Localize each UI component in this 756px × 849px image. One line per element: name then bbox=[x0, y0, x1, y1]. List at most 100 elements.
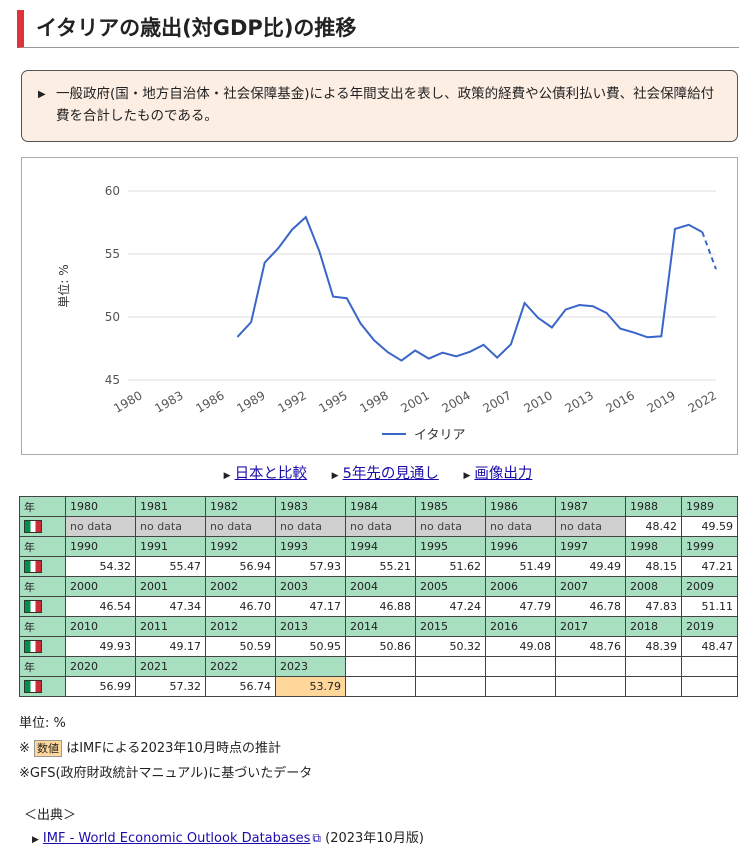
year-cell: 2001 bbox=[135, 576, 206, 597]
series-line-italy bbox=[236, 215, 703, 362]
estimate-badge: 数値 bbox=[34, 740, 63, 757]
x-tick-label: 1998 bbox=[357, 388, 390, 415]
year-header-row: 年 2000 2001 2002 2003 2004 2005 2006 2007 2008 200… bbox=[19, 576, 738, 597]
page-title: イタリアの歳出(対GDP比)の推移 bbox=[17, 10, 739, 48]
value-cell: 47.34 bbox=[135, 596, 206, 617]
year-cell: 2020 bbox=[65, 656, 136, 677]
value-cell: 51.49 bbox=[485, 556, 556, 577]
series-line-italy-estimate bbox=[701, 231, 717, 270]
value-cell: 51.62 bbox=[415, 556, 486, 577]
value-cell: 47.21 bbox=[681, 556, 738, 577]
value-cell: 47.79 bbox=[485, 596, 556, 617]
description-text: 一般政府(国・地方自治体・社会保障基金)による年間支出を表し、政策的経費や公債利… bbox=[56, 86, 715, 124]
value-cell: 56.74 bbox=[205, 676, 276, 697]
empty-cell bbox=[345, 676, 416, 697]
empty-cell bbox=[415, 656, 486, 677]
year-cell: 1982 bbox=[205, 496, 276, 517]
chart-container: 45 50 55 60 1980 1983 1986 1989 1992 1995 1998 2001… bbox=[21, 157, 738, 455]
italy-flag-icon bbox=[24, 680, 42, 694]
source-link[interactable]: IMF - World Economic Outlook Databases bbox=[43, 831, 310, 846]
value-row: 49.93 49.17 50.59 50.95 50.86 50.32 49.08 48.76… bbox=[19, 636, 738, 657]
value-cell: 55.21 bbox=[345, 556, 416, 577]
no-data-cell: no data bbox=[485, 516, 556, 537]
empty-cell bbox=[415, 676, 486, 697]
value-cell: 47.24 bbox=[415, 596, 486, 617]
y-tick-label: 60 bbox=[105, 184, 120, 198]
year-cell: 2019 bbox=[681, 616, 738, 637]
legend-label: イタリア bbox=[414, 428, 465, 443]
value-row: 54.32 55.47 56.94 57.93 55.21 51.62 51.49 49.49… bbox=[19, 556, 738, 577]
bullet-icon: ▶ bbox=[38, 89, 46, 100]
value-row: 56.99 57.32 56.74 53.79 bbox=[19, 676, 738, 697]
year-cell: 1985 bbox=[415, 496, 486, 517]
empty-cell bbox=[625, 656, 682, 677]
value-cell: 56.99 bbox=[65, 676, 136, 697]
empty-cell bbox=[485, 676, 556, 697]
empty-cell bbox=[681, 656, 738, 677]
x-tick-label: 2004 bbox=[439, 388, 472, 415]
year-cell: 2003 bbox=[275, 576, 346, 597]
year-cell: 2015 bbox=[415, 616, 486, 637]
x-tick-label: 2016 bbox=[604, 388, 637, 415]
value-cell: 46.88 bbox=[345, 596, 416, 617]
value-row: 46.54 47.34 46.70 47.17 46.88 47.24 47.79 46.78… bbox=[19, 596, 738, 617]
source-heading: ＜出典＞ bbox=[24, 808, 77, 823]
x-tick-label: 1995 bbox=[316, 388, 349, 415]
empty-cell bbox=[485, 656, 556, 677]
year-cell: 2014 bbox=[345, 616, 416, 637]
year-cell: 1996 bbox=[485, 536, 556, 557]
year-header-row: 年 2020 2021 2022 2023 bbox=[19, 656, 738, 677]
year-header-cell: 年 bbox=[19, 496, 66, 517]
year-cell: 2021 bbox=[135, 656, 206, 677]
year-cell: 1980 bbox=[65, 496, 136, 517]
year-cell: 1995 bbox=[415, 536, 486, 557]
value-cell: 46.70 bbox=[205, 596, 276, 617]
country-flag-cell bbox=[19, 556, 66, 577]
line-chart: 45 50 55 60 1980 1983 1986 1989 1992 1995 1998 2001… bbox=[56, 184, 719, 443]
value-cell: 48.39 bbox=[625, 636, 682, 657]
compare-japan-link[interactable]: 日本と比較 bbox=[235, 466, 308, 482]
arrow-icon: ▶ bbox=[463, 471, 471, 481]
year-cell: 1988 bbox=[625, 496, 682, 517]
value-cell: 57.32 bbox=[135, 676, 206, 697]
empty-cell bbox=[625, 676, 682, 697]
empty-cell bbox=[681, 676, 738, 697]
year-cell: 2000 bbox=[65, 576, 136, 597]
value-cell: 48.42 bbox=[625, 516, 682, 537]
value-cell: 56.94 bbox=[205, 556, 276, 577]
year-cell: 2018 bbox=[625, 616, 682, 637]
value-cell: 50.95 bbox=[275, 636, 346, 657]
value-row: no data no data no data no data no data no da… bbox=[19, 516, 738, 537]
year-cell: 2010 bbox=[65, 616, 136, 637]
empty-cell bbox=[345, 656, 416, 677]
year-cell: 1984 bbox=[345, 496, 416, 517]
year-header-row: 年 1990 1991 1992 1993 1994 1995 1996 1997 1998 199… bbox=[19, 536, 738, 557]
year-header-cell: 年 bbox=[19, 656, 66, 677]
source-line: ▶ IMF - World Economic Outlook Databases ⧉… bbox=[32, 827, 424, 846]
italy-flag-icon bbox=[24, 600, 42, 614]
value-cell: 49.59 bbox=[681, 516, 738, 537]
estimate-value-cell: 53.79 bbox=[275, 676, 346, 697]
year-header-cell: 年 bbox=[19, 536, 66, 557]
empty-cell bbox=[555, 656, 626, 677]
estimate-note: ※ 数値 はIMFによる2023年10月時点の推計 bbox=[19, 737, 281, 757]
chart-links: ▶ 日本と比較 ▶ 5年先の見通し ▶ 画像出力 bbox=[0, 462, 756, 483]
value-cell: 47.83 bbox=[625, 596, 682, 617]
estimate-prefix: ※ bbox=[19, 741, 30, 756]
value-cell: 50.86 bbox=[345, 636, 416, 657]
year-header-cell: 年 bbox=[19, 576, 66, 597]
image-export-link[interactable]: 画像出力 bbox=[474, 466, 532, 482]
year-cell: 2017 bbox=[555, 616, 626, 637]
forecast-link[interactable]: 5年先の見通し bbox=[343, 466, 439, 482]
no-data-cell: no data bbox=[345, 516, 416, 537]
year-cell: 2005 bbox=[415, 576, 486, 597]
year-header-row: 年 1980 1981 1982 1983 1984 1985 1986 1987 1988 198… bbox=[19, 496, 738, 517]
x-tick-label: 1986 bbox=[193, 388, 226, 415]
country-flag-cell bbox=[19, 676, 66, 697]
description-note: ▶ 一般政府(国・地方自治体・社会保障基金)による年間支出を表し、政策的経費や公… bbox=[21, 70, 738, 142]
value-cell: 46.54 bbox=[65, 596, 136, 617]
year-cell: 2022 bbox=[205, 656, 276, 677]
x-tick-label: 2010 bbox=[522, 388, 555, 415]
value-cell: 50.59 bbox=[205, 636, 276, 657]
italy-flag-icon bbox=[24, 520, 42, 534]
